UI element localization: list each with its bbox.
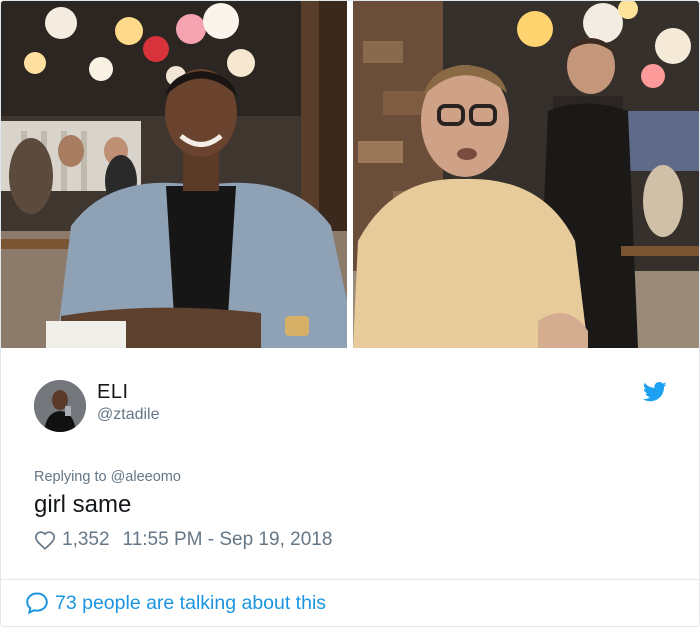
tweet-media[interactable] xyxy=(1,1,699,350)
speech-bubble-icon xyxy=(26,592,48,615)
display-name[interactable]: ELI xyxy=(97,381,129,404)
user-handle[interactable]: @ztadile xyxy=(97,406,160,424)
conversation-link[interactable]: 73 people are talking about this xyxy=(25,591,326,615)
tweet-meta: 1,352 11:55 PM - Sep 19, 2018 xyxy=(34,527,332,553)
avatar[interactable] xyxy=(34,380,86,432)
footer-divider xyxy=(1,579,699,580)
tweet-photo-right[interactable] xyxy=(353,1,699,348)
tweet-timestamp[interactable]: 11:55 PM - Sep 19, 2018 xyxy=(123,529,333,551)
replying-to[interactable]: Replying to @aleeomo xyxy=(34,469,181,485)
tweet-text: girl same xyxy=(34,491,132,518)
tweet-photo-left[interactable] xyxy=(1,1,347,348)
twitter-bird-icon[interactable] xyxy=(642,382,667,402)
conversation-label: 73 people are talking about this xyxy=(55,591,327,614)
heart-icon[interactable] xyxy=(34,529,56,551)
tweet-card: ELI @ztadile Replying to @aleeomo girl s… xyxy=(0,0,700,627)
like-count[interactable]: 1,352 xyxy=(62,529,110,551)
